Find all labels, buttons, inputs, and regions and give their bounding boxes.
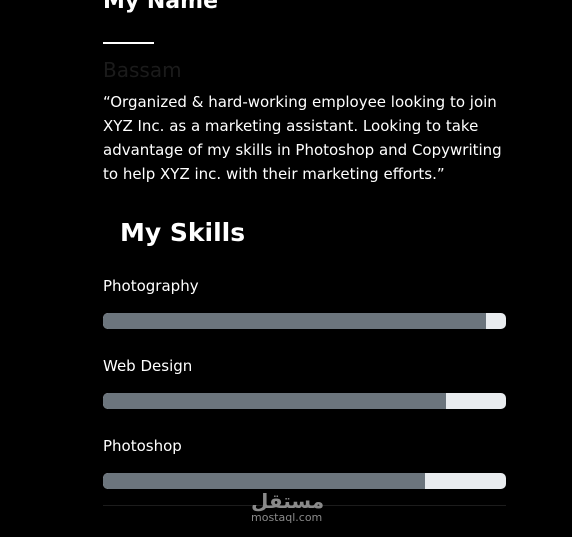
person-name: Bassam [103,58,182,82]
skill-label-photoshop: Photoshop [103,437,182,455]
skill-bar-web-design [103,393,506,409]
bio-text: “Organized & hard-working employee looki… [103,93,502,183]
skill-bar-fill [103,473,426,489]
skill-label-web-design: Web Design [103,357,193,375]
profile-page: My Name Bassam “Organized & hard-working… [0,0,572,537]
skill-bar-photography [103,313,506,329]
watermark-logo: مستقل [251,489,325,513]
watermark: مستقل mostaql.com [251,489,325,524]
watermark-text: mostaql.com [251,511,323,524]
skill-bar-fill [103,393,446,409]
skills-heading: My Skills [120,218,246,247]
skill-bar-photoshop [103,473,506,489]
name-heading: My Name [103,0,218,14]
heading-divider [103,42,154,44]
skill-label-photography: Photography [103,277,199,295]
skill-bar-fill [103,313,486,329]
